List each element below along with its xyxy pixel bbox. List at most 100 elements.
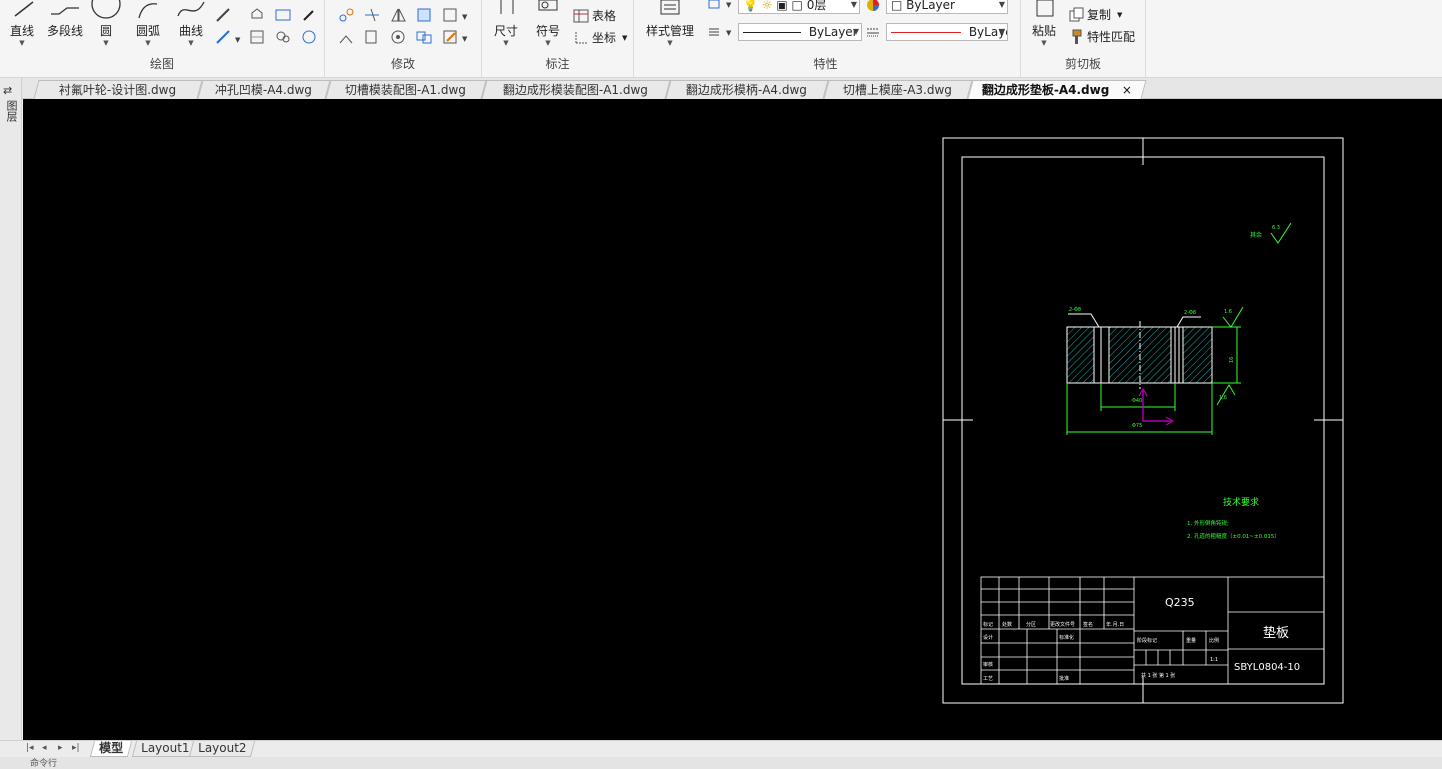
doc-tab-label: 衬氟叶轮-设计图.dwg [59,83,177,97]
command-line[interactable]: 命令行 [0,757,1442,769]
chevron-down-icon: ▼ [998,0,1005,9]
drawing-canvas[interactable]: 其余 6.3 2-Φ8 2-Φ8 1.6 1.6 16 Φ40 Φ75 技术要求… [23,99,1442,740]
curve-button[interactable]: 曲线 ▼ [172,0,210,47]
tech-requirement-2: 2. 孔道的粗糙度（±0.01~±0.015） [1187,532,1280,540]
arc-button[interactable]: 圆弧 ▼ [128,0,168,47]
clipboard-panel: 粘贴 ▼ 复制 ▼ 特性匹配 剪切板 [1020,0,1146,78]
doc-tab[interactable]: 切槽上模座-A3.dwg [823,80,973,99]
tech-requirements-title: 技术要求 [1223,496,1259,508]
doc-tab[interactable]: 切槽模装配图-A1.dwg [325,80,487,99]
symbol-button[interactable]: 符号 ▼ [530,0,566,47]
tb-count: 处数 [1002,621,1012,628]
linetype-icon[interactable] [864,23,882,41]
linetype-select[interactable]: ByLayer ▼ [738,23,862,41]
ray-icon[interactable]: ▼ [214,28,242,46]
circle-button[interactable]: 圆 ▼ [90,0,122,47]
lineweight-select[interactable]: ByLayer ▼ [886,23,1008,41]
svg-text:▼: ▼ [462,13,468,21]
doc-tab-label: 翻边成形模柄-A4.dwg [686,83,808,97]
move-icon[interactable] [337,6,355,24]
dimension-button[interactable]: 尺寸 ▼ [488,0,524,47]
lineweight-icon[interactable]: ▼ [706,23,736,41]
region-icon[interactable] [300,28,318,46]
svg-text:▼: ▼ [462,35,468,43]
next-layout-button[interactable]: ▸ [58,743,63,753]
doc-tab[interactable]: 冲孔凹模-A4.dwg [197,80,331,99]
polygon-icon[interactable] [248,6,266,24]
scale-icon[interactable] [363,28,381,46]
doc-tab[interactable]: 翻边成形模柄-A4.dwg [665,80,829,99]
last-layout-button[interactable]: ▸| [72,743,80,753]
arc-label: 圆弧 [135,24,160,38]
command-line-prompt: 命令行 [30,759,58,769]
close-icon[interactable]: × [1122,81,1132,99]
match-properties-button[interactable]: 特性匹配 [1087,28,1135,46]
table-draw-icon[interactable] [274,6,292,24]
lock-icon: ▣ [776,0,788,12]
color-wheel-icon[interactable] [864,0,882,14]
first-layout-button[interactable]: |◂ [26,743,34,753]
doc-tab[interactable]: 衬氟叶轮-设计图.dwg [33,80,203,99]
cloud-icon[interactable] [274,28,292,46]
layer-palette-tab[interactable]: 图层 [3,100,18,122]
color-select[interactable]: □ ByLayer ▼ [886,0,1008,14]
trim-icon[interactable] [363,6,381,24]
tb-standard: 标准化 [1059,634,1074,641]
section-block-right [1182,326,1213,384]
doc-tab-active[interactable]: 翻边成形垫板-A4.dwg × [967,80,1147,99]
tb-docno: 更改文件号 [1050,621,1075,628]
tb-approve: 批准 [1059,675,1069,682]
offset-icon[interactable] [415,6,433,24]
layout-tab-model[interactable]: 模型 [89,741,133,757]
chevron-down-icon: ▼ [188,39,194,47]
annotate-panel: 尺寸 ▼ 符号 ▼ 表格 坐标 ▼ 标注 [482,0,634,78]
mirror-icon[interactable] [389,6,407,24]
drawing-svg: 其余 6.3 2-Φ8 2-Φ8 1.6 1.6 16 Φ40 Φ75 技术要求… [942,137,1344,704]
rect-select-icon[interactable]: ▼ [441,6,471,24]
scale-text: 1:1 [1210,657,1218,663]
rectangle-hatch-icon[interactable] [248,28,266,46]
ribbon: 直线 ▼ 多段线 圆 ▼ 圆弧 ▼ 曲线 ▼ ▼ 绘图 ▼ ▼ 修改 尺寸 ▼ … [0,0,1442,78]
material-text: Q235 [1165,596,1195,609]
doc-tab-label: 冲孔凹模-A4.dwg [215,83,313,97]
chevron-down-icon[interactable]: ▼ [622,29,627,47]
layer-select[interactable]: 💡 ☼ ▣ □ 0层 ▼ [738,0,860,14]
table-icon [573,9,589,23]
copy-button[interactable]: 复制 [1087,6,1111,24]
paste-button[interactable]: 粘贴 ▼ [1025,0,1063,47]
color-value: ByLayer [906,0,955,12]
prev-layout-button[interactable]: ◂ [42,743,47,753]
polyline-button[interactable]: 多段线 [42,0,88,39]
tb-sign: 签名 [1083,621,1093,628]
properties-panel-title: 特性 [813,57,838,71]
layer-states-icon[interactable]: ▼ [706,0,736,14]
tb-date: 年.月.日 [1106,621,1124,628]
doc-tab-label: 翻边成形垫板-A4.dwg [982,83,1110,97]
modify-panel-title: 修改 [390,57,415,71]
coordinate-button[interactable]: 坐标 [592,29,616,47]
roughness-right-bottom: 1.6 [1219,395,1227,401]
style-manager-button[interactable]: 样式管理 ▼ [640,0,700,47]
layout-tab-layout2[interactable]: Layout2 [188,741,256,757]
leader-right [1176,316,1201,328]
stretch-icon[interactable] [337,28,355,46]
doc-tab[interactable]: 翻边成形模装配图-A1.dwg [481,80,671,99]
xline-icon[interactable] [214,6,232,24]
chevron-down-icon[interactable]: ▼ [1117,6,1122,24]
tb-mark: 标记 [983,621,993,628]
section-block-left [1066,326,1095,384]
line-button[interactable]: 直线 ▼ [4,0,40,47]
leader-right-label: 2-Φ8 [1184,310,1196,316]
match-properties-icon [1072,29,1082,44]
tb-zone: 分区 [1026,621,1036,628]
linetype-sample-line [743,32,801,33]
palette-icon[interactable]: ⇄ [3,84,12,97]
pick-icon[interactable] [300,6,318,24]
style-manager-label: 样式管理 [645,24,694,38]
array-icon[interactable] [415,28,433,46]
edit-icon[interactable]: ▼ [441,28,471,46]
table-button[interactable]: 表格 [592,7,616,25]
svg-text:▼: ▼ [726,29,732,37]
rotate-icon[interactable] [389,28,407,46]
clipboard-panel-title: 剪切板 [1064,57,1101,71]
